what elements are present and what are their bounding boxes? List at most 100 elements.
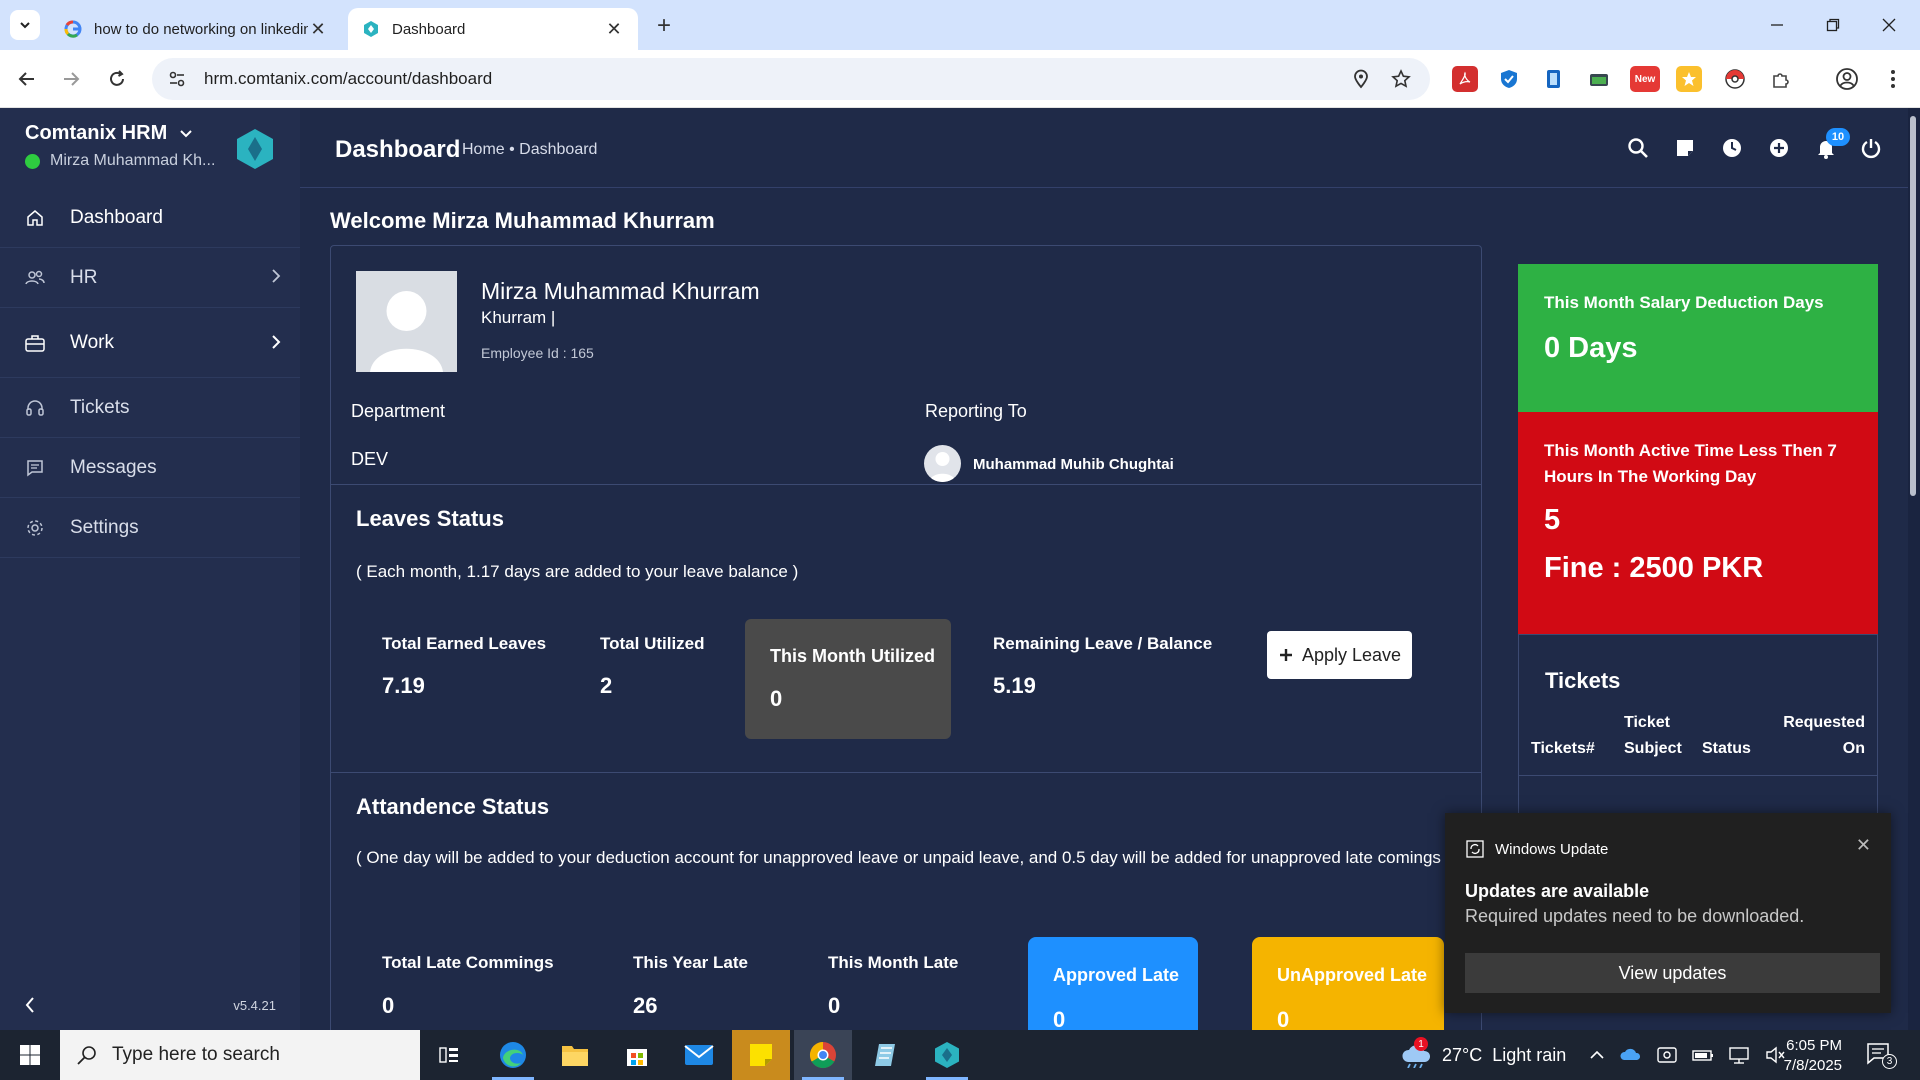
reload-button[interactable] — [102, 64, 132, 94]
reporting-to-name[interactable]: Muhammad Muhib Chughtai — [973, 456, 1174, 473]
scrollbar-thumb[interactable] — [1910, 116, 1916, 496]
kebab-menu-icon[interactable] — [1880, 66, 1906, 92]
close-window-button[interactable] — [1866, 10, 1912, 40]
restore-icon — [1826, 18, 1840, 32]
sidebar-item-label: Tickets — [70, 396, 130, 418]
mail-icon[interactable] — [670, 1030, 728, 1080]
document-icon[interactable] — [1540, 66, 1566, 92]
sidebar-item-label: Settings — [70, 516, 139, 538]
pdf-icon[interactable] — [1452, 66, 1478, 92]
minimize-button[interactable] — [1754, 10, 1800, 40]
restore-button[interactable] — [1810, 10, 1856, 40]
system-tray — [1588, 1044, 1786, 1066]
task-view-icon[interactable] — [420, 1030, 478, 1080]
toast-app-name: Windows Update — [1495, 840, 1609, 858]
unapproved-late-label: UnApproved Late — [1277, 965, 1428, 985]
power-icon[interactable] — [1857, 134, 1885, 162]
browser-toolbar: hrm.comtanix.com/account/dashboard New — [0, 50, 1920, 108]
view-updates-button[interactable]: View updates — [1465, 953, 1880, 993]
apply-leave-button[interactable]: Apply Leave — [1267, 631, 1412, 679]
forward-button[interactable] — [56, 64, 86, 94]
utilized-value: 2 — [600, 673, 613, 698]
earned-leaves-value: 7.19 — [382, 673, 425, 698]
close-icon[interactable]: ✕ — [1856, 835, 1871, 856]
breadcrumb[interactable]: Home • Dashboard — [462, 141, 597, 159]
chrome-icon[interactable] — [794, 1030, 852, 1080]
divider — [331, 484, 1481, 485]
address-bar[interactable]: hrm.comtanix.com/account/dashboard — [152, 58, 1430, 100]
comtanix-favicon-icon — [364, 21, 378, 37]
tickets-col-subject-line1: Ticket — [1624, 714, 1670, 731]
folder-icon[interactable] — [1586, 66, 1612, 92]
notepad-icon[interactable] — [856, 1030, 914, 1080]
user-status: Mirza Muhammad Kh... — [25, 152, 215, 170]
sidebar-item-settings[interactable]: Settings — [0, 498, 300, 558]
network-icon[interactable] — [1728, 1044, 1750, 1066]
late-comings-value: 0 — [382, 993, 395, 1018]
new-badge-icon[interactable]: New — [1630, 66, 1660, 92]
pokeball-icon[interactable] — [1722, 66, 1748, 92]
taskbar-search[interactable]: Type here to search — [60, 1030, 420, 1080]
profile-icon[interactable] — [1834, 66, 1860, 92]
cloud-rain-icon: 1 — [1400, 1037, 1432, 1068]
sidebar-item-tickets[interactable]: Tickets — [0, 378, 300, 438]
minimize-icon — [1771, 24, 1783, 26]
weather-widget[interactable]: 1 27°C Light rain — [1400, 1037, 1566, 1068]
close-icon[interactable]: ✕ — [308, 19, 328, 39]
brand-switcher[interactable]: Comtanix HRM — [25, 122, 193, 145]
action-center-button[interactable]: 3 — [1866, 1042, 1897, 1069]
edge-icon[interactable] — [484, 1030, 542, 1080]
new-tab-button[interactable]: + — [650, 12, 678, 40]
app-version: v5.4.21 — [233, 997, 276, 1013]
comtanix-app-icon[interactable] — [918, 1030, 976, 1080]
file-explorer-icon[interactable] — [546, 1030, 604, 1080]
back-button[interactable] — [12, 64, 42, 94]
location-icon[interactable] — [1348, 66, 1374, 92]
microsoft-store-icon[interactable] — [608, 1030, 666, 1080]
notes-icon[interactable] — [1671, 134, 1699, 162]
month-utilized-label: This Month Utilized — [770, 646, 935, 666]
active-time-count: 5 — [1544, 504, 1561, 536]
sticky-notes-icon[interactable] — [732, 1030, 790, 1080]
sidebar-item-hr[interactable]: HR — [0, 248, 300, 308]
battery-icon[interactable] — [1692, 1044, 1714, 1066]
toast-message: Required updates need to be downloaded. — [1465, 906, 1805, 926]
tickets-col-subject-line2: Subject — [1624, 740, 1682, 757]
clock-icon[interactable] — [1718, 134, 1746, 162]
notifications-button[interactable]: 10 — [1812, 128, 1850, 162]
puzzle-icon[interactable] — [1768, 66, 1794, 92]
comtanix-logo-icon — [237, 129, 273, 169]
department-label: Department — [351, 401, 446, 421]
sidebar-item-work[interactable]: Work — [0, 308, 300, 378]
search-icon[interactable] — [1624, 134, 1652, 162]
sidebar-item-messages[interactable]: Messages — [0, 438, 300, 498]
site-settings-icon[interactable] — [168, 70, 186, 88]
onedrive-icon[interactable] — [1620, 1044, 1642, 1066]
chevron-up-icon[interactable] — [1588, 1044, 1606, 1066]
users-icon — [24, 267, 46, 289]
bookmark-star-icon[interactable] — [1388, 66, 1414, 92]
sidebar-item-label: Messages — [70, 456, 157, 478]
employee-card: Mirza Muhammad Khurram Khurram | Employe… — [330, 245, 1482, 1035]
gear-icon — [24, 517, 46, 539]
toast-title: Updates are available — [1465, 881, 1650, 901]
message-icon — [24, 457, 46, 479]
meet-now-icon[interactable] — [1656, 1044, 1678, 1066]
star-ext-icon[interactable] — [1676, 66, 1702, 92]
tab-dashboard[interactable]: Dashboard ✕ — [348, 8, 638, 50]
reporting-avatar — [924, 445, 961, 482]
online-status-icon — [25, 153, 40, 169]
shield-icon[interactable] — [1496, 66, 1522, 92]
taskbar-clock[interactable]: 6:05 PM 7/8/2025 — [1772, 1036, 1842, 1076]
close-icon[interactable]: ✕ — [604, 19, 624, 39]
start-button[interactable] — [0, 1030, 60, 1080]
sidebar: Comtanix HRM Mirza Muhammad Kh... Dashbo… — [0, 108, 300, 1030]
page-scrollbar[interactable] — [1908, 108, 1920, 1030]
tab-google-search[interactable]: how to do networking on linkedin - Googl… — [50, 8, 342, 50]
add-circle-icon[interactable] — [1765, 134, 1793, 162]
collapse-sidebar-icon[interactable] — [24, 996, 36, 1014]
windows-update-toast[interactable]: Windows Update ✕ Updates are available R… — [1445, 813, 1891, 1013]
sidebar-item-dashboard[interactable]: Dashboard — [0, 188, 300, 248]
tab-search-button[interactable] — [10, 10, 40, 40]
chevron-down-icon — [20, 22, 30, 29]
